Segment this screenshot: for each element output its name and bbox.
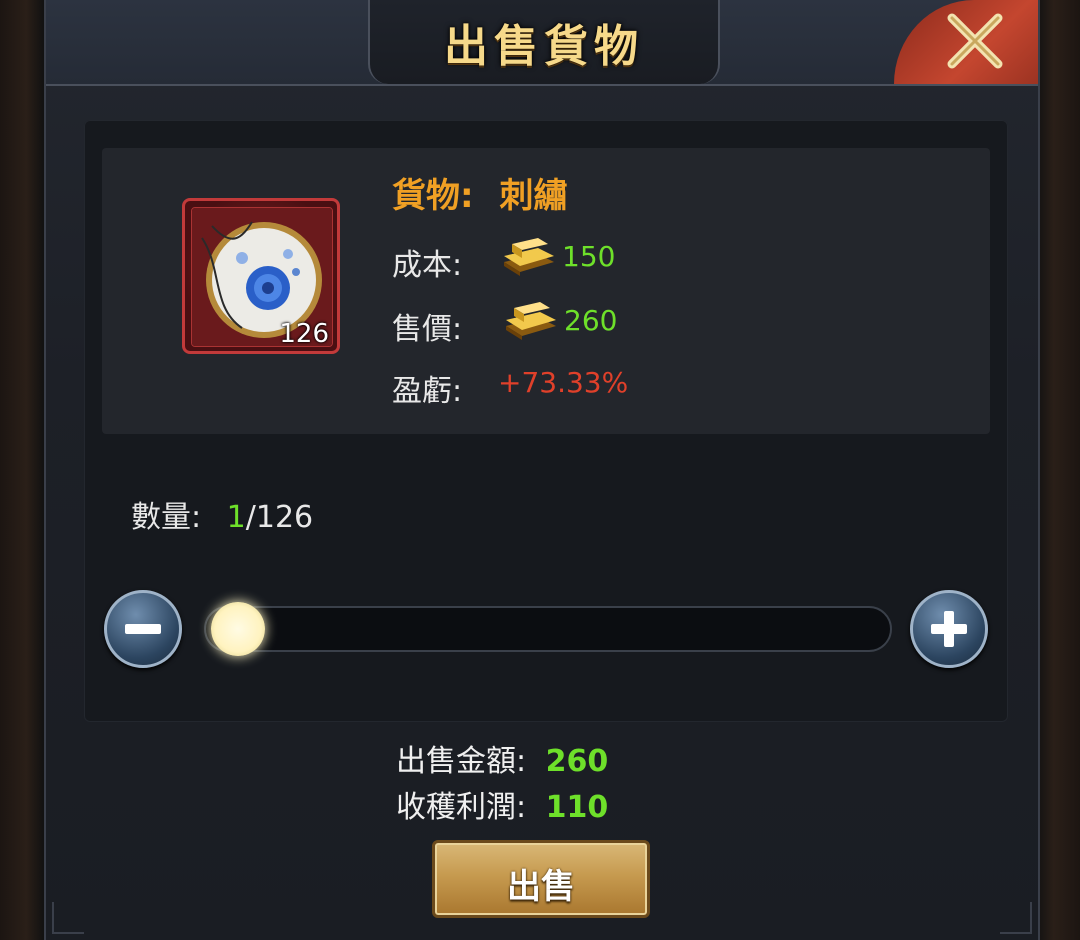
- profit-gain-value: 110: [545, 790, 609, 825]
- gold-ingot-icon: [504, 238, 554, 276]
- close-button[interactable]: [894, 0, 1038, 84]
- sell-button[interactable]: 出售: [432, 840, 650, 918]
- goods-name-line: 貨物: 刺繡: [392, 168, 567, 217]
- background-right: [1036, 0, 1080, 940]
- quantity-slider[interactable]: [204, 606, 892, 652]
- corner-ornament: [1000, 902, 1032, 934]
- item-count: 126: [279, 319, 329, 349]
- profit-percent: +73.33%: [498, 366, 629, 399]
- profit-row: 盈虧:: [392, 366, 462, 410]
- gold-ingot-icon: [506, 302, 556, 340]
- title-tab: 出售貨物: [368, 0, 720, 84]
- sale-amount-label: 出售金額:: [396, 744, 527, 779]
- quantity-max: /126: [245, 500, 314, 535]
- cost-value: 150: [562, 240, 616, 273]
- sale-amount-value: 260: [545, 744, 609, 779]
- trade-panel: 126 貨物: 刺繡 成本: 150 售價: 260 盈虧: +73.33% 數…: [84, 120, 1008, 722]
- title-bar: 出售貨物: [46, 0, 1038, 86]
- sale-amount-line: 出售金額: 260: [396, 736, 608, 780]
- profit-label: 盈虧:: [392, 374, 463, 409]
- slider-knob[interactable]: [210, 602, 265, 656]
- corner-ornament: [52, 902, 84, 934]
- price-label: 售價:: [392, 312, 463, 347]
- plus-icon: [931, 611, 967, 647]
- sell-goods-dialog: 出售貨物 126 貨物: 刺繡 成本: 150 售價: 260 盈虧: +73.…: [44, 0, 1040, 940]
- goods-name: 刺繡: [499, 176, 568, 216]
- price-value: 260: [564, 304, 618, 337]
- goods-info-box: 126 貨物: 刺繡 成本: 150 售價: 260 盈虧: +73.33%: [102, 148, 990, 434]
- quantity-current: 1: [226, 500, 246, 535]
- quantity-label: 數量:: [131, 500, 202, 535]
- decrease-button[interactable]: [104, 590, 182, 668]
- close-icon: [947, 13, 1003, 69]
- dialog-title: 出售貨物: [444, 21, 644, 72]
- goods-label: 貨物:: [392, 176, 474, 216]
- item-slot[interactable]: 126: [182, 198, 340, 354]
- cost-row: 成本:: [392, 240, 462, 284]
- minus-icon: [125, 624, 161, 634]
- price-row: 售價:: [392, 304, 462, 348]
- background-left: [0, 0, 44, 940]
- cost-label: 成本:: [392, 248, 463, 283]
- increase-button[interactable]: [910, 590, 988, 668]
- profit-gain-line: 收穫利潤: 110: [396, 782, 608, 826]
- profit-gain-label: 收穫利潤:: [396, 790, 527, 825]
- quantity-line: 數量: 1/126: [131, 492, 313, 536]
- sell-button-label: 出售: [507, 867, 575, 907]
